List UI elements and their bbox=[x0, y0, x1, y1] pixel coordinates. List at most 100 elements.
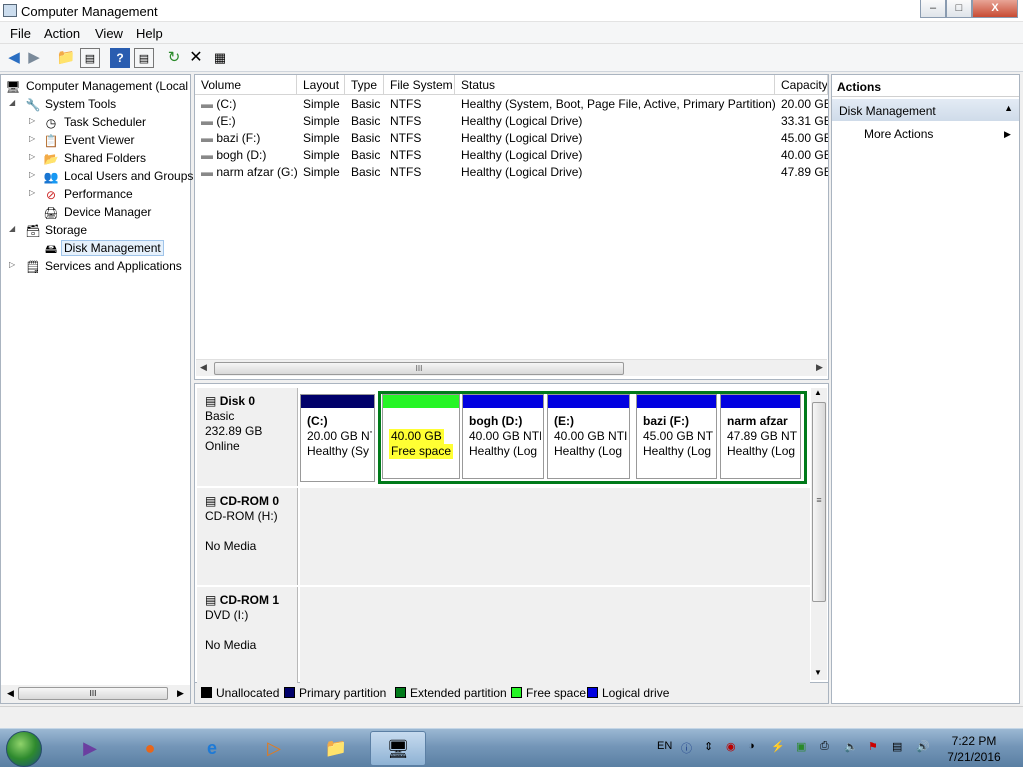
media-player-icon[interactable]: ▷ bbox=[246, 731, 302, 766]
scroll-up-arrow-icon[interactable]: ▲ bbox=[814, 388, 822, 397]
partition-status: Healthy (Log bbox=[554, 444, 623, 458]
window-title: Computer Management bbox=[21, 4, 158, 19]
volume-icon[interactable]: 🔈 bbox=[844, 740, 858, 753]
menu-help[interactable]: Help bbox=[136, 26, 163, 41]
back-arrow-icon[interactable]: ◀ bbox=[4, 48, 24, 68]
tray-arrows-icon[interactable]: ⇕ bbox=[704, 740, 713, 753]
table-row[interactable]: ▬ (E:) Simple Basic NTFS Healthy (Logical Dr… bbox=[195, 113, 828, 130]
more-actions-item[interactable]: More Actions bbox=[864, 127, 933, 141]
close-button[interactable]: X bbox=[972, 0, 1018, 18]
dvd-media: No Media bbox=[205, 638, 257, 652]
delete-icon[interactable]: ✕ bbox=[186, 48, 206, 68]
partition-name: bogh (D:) bbox=[469, 414, 523, 428]
partition-size: 40.00 GB bbox=[389, 429, 444, 444]
cd-rom-0-label[interactable]: ▤ CD-ROM 0 CD-ROM (H:) No Media bbox=[197, 488, 298, 585]
disk-graphical-view: ▤ Disk 0 Basic 232.89 GB Online (C:) 20.0… bbox=[194, 383, 829, 684]
expand-arrow-icon[interactable]: ▷ bbox=[29, 116, 35, 125]
table-row[interactable]: ▬ (C:) Simple Basic NTFS Healthy (System, Bo… bbox=[195, 96, 828, 113]
menu-file[interactable]: File bbox=[10, 26, 31, 41]
drive-icon: ▬ bbox=[201, 114, 217, 128]
scroll-thumb[interactable]: III bbox=[214, 362, 624, 375]
cell-status: Healthy (Logical Drive) bbox=[461, 131, 583, 145]
volume-name: bazi (F:) bbox=[216, 131, 261, 145]
printer-icon[interactable]: ⎙ bbox=[820, 740, 829, 753]
cell-volume: ▬ bogh (D:) bbox=[195, 147, 297, 164]
collapse-arrow-icon[interactable]: ▲ bbox=[1004, 103, 1013, 113]
partition-status: Healthy (Log bbox=[469, 444, 538, 458]
scroll-left-arrow-icon[interactable]: ◀ bbox=[200, 362, 207, 373]
computer-icon: 🖥 bbox=[5, 80, 21, 94]
column-header-file-system[interactable]: File System bbox=[384, 75, 455, 95]
collapse-arrow-icon[interactable]: ◢ bbox=[9, 224, 15, 233]
title-bar[interactable]: Computer Management – □ X bbox=[0, 0, 1023, 22]
cell-fs: NTFS bbox=[390, 131, 422, 145]
partition-block[interactable]: bazi (F:) 45.00 GB NTI Healthy (Log bbox=[636, 394, 717, 479]
scroll-thumb[interactable]: ≡ bbox=[812, 402, 826, 602]
minimize-button[interactable]: – bbox=[920, 0, 946, 18]
tray-app-icon[interactable]: ▣ bbox=[796, 740, 806, 753]
scroll-down-arrow-icon[interactable]: ▼ bbox=[814, 668, 822, 677]
help-icon[interactable]: ? bbox=[110, 48, 130, 68]
partition-block[interactable]: narm afzar 47.89 GB NTI Healthy (Log bbox=[720, 394, 801, 479]
partition-block[interactable]: bogh (D:) 40.00 GB NTI Healthy (Log bbox=[462, 394, 544, 479]
language-indicator[interactable]: EN bbox=[657, 740, 672, 752]
legend-primary-partition: Primary partition bbox=[284, 686, 386, 700]
clock[interactable]: 7:22 PM 7/21/2016 bbox=[946, 733, 1002, 765]
scroll-left-arrow-icon[interactable]: ◀ bbox=[7, 688, 14, 699]
column-header-capacity[interactable]: Capacity bbox=[775, 75, 828, 95]
scroll-right-arrow-icon[interactable]: ▶ bbox=[177, 688, 184, 699]
table-row[interactable]: ▬ bazi (F:) Simple Basic NTFS Healthy (Logic… bbox=[195, 130, 828, 147]
expand-arrow-icon[interactable]: ▷ bbox=[29, 170, 35, 179]
scroll-right-arrow-icon[interactable]: ▶ bbox=[816, 362, 823, 373]
cell-volume: ▬ bazi (F:) bbox=[195, 130, 297, 147]
cd-rom-1-label[interactable]: ▤ CD-ROM 1 DVD (I:) No Media bbox=[197, 587, 298, 684]
network-icon[interactable]: ▤ bbox=[892, 740, 902, 753]
help-tray-icon[interactable]: ⓘ bbox=[681, 740, 692, 756]
update-icon[interactable]: ⚡ bbox=[771, 740, 785, 753]
free-space-block[interactable]: 40.00 GB Free space bbox=[382, 394, 460, 479]
scroll-thumb[interactable]: III bbox=[18, 687, 168, 700]
show-hide-action-pane-icon[interactable]: ▤ bbox=[134, 48, 154, 68]
computer-management-taskbar-icon[interactable]: 🖥 bbox=[370, 731, 426, 766]
tree-horizontal-scrollbar[interactable]: ◀ III ▶ bbox=[1, 685, 190, 703]
refresh-icon[interactable]: ↻ bbox=[164, 48, 184, 68]
forward-arrow-icon[interactable]: ▶ bbox=[24, 48, 44, 68]
up-folder-icon[interactable]: 📁 bbox=[56, 48, 76, 68]
partition-block[interactable]: (C:) 20.00 GB NT Healthy (Sy bbox=[300, 394, 375, 482]
menu-view[interactable]: View bbox=[95, 26, 123, 41]
expand-arrow-icon[interactable]: ▷ bbox=[29, 188, 35, 197]
expand-arrow-icon[interactable]: ▷ bbox=[9, 260, 15, 269]
speaker-icon[interactable]: 🔊 bbox=[916, 740, 930, 753]
column-header-volume[interactable]: Volume bbox=[195, 75, 297, 95]
table-row[interactable]: ▬ bogh (D:) Simple Basic NTFS Healthy (Logic… bbox=[195, 147, 828, 164]
partition-legend: Unallocated Primary partition Extended p… bbox=[194, 683, 829, 704]
expand-arrow-icon[interactable]: ▷ bbox=[29, 134, 35, 143]
network-globe-icon[interactable]: ◑ bbox=[748, 740, 755, 752]
properties-icon[interactable]: ▦ bbox=[210, 48, 230, 68]
cell-capacity: 47.89 GB bbox=[781, 165, 828, 179]
partition-block[interactable]: (E:) 40.00 GB NTI Healthy (Log bbox=[547, 394, 630, 479]
dvd-icon: ▤ bbox=[205, 593, 217, 607]
show-hide-tree-icon[interactable]: ▤ bbox=[80, 48, 100, 68]
action-center-icon[interactable]: ⚑ bbox=[868, 740, 878, 753]
collapse-arrow-icon[interactable]: ◢ bbox=[9, 98, 15, 107]
firefox-icon[interactable]: ● bbox=[122, 731, 178, 766]
cell-volume: ▬ (C:) bbox=[195, 96, 297, 113]
visual-studio-icon[interactable]: ▶ bbox=[62, 731, 118, 766]
start-button[interactable] bbox=[6, 731, 42, 767]
maximize-button[interactable]: □ bbox=[946, 0, 972, 18]
file-explorer-icon[interactable]: 📁 bbox=[308, 731, 364, 766]
cell-fs: NTFS bbox=[390, 97, 422, 111]
expand-arrow-icon[interactable]: ▷ bbox=[29, 152, 35, 161]
column-header-status[interactable]: Status bbox=[455, 75, 775, 95]
actions-section-disk-management[interactable]: Disk Management ▲ bbox=[832, 99, 1019, 121]
column-header-layout[interactable]: Layout bbox=[297, 75, 345, 95]
menu-action[interactable]: Action bbox=[44, 26, 80, 41]
volume-list-horizontal-scrollbar[interactable]: ◀ III ▶ bbox=[196, 359, 827, 376]
column-header-type[interactable]: Type bbox=[345, 75, 384, 95]
disk-0-label[interactable]: ▤ Disk 0 Basic 232.89 GB Online bbox=[197, 388, 298, 486]
internet-explorer-icon[interactable]: e bbox=[184, 731, 240, 766]
antivirus-icon[interactable]: ◉ bbox=[726, 740, 736, 753]
table-row[interactable]: ▬ narm afzar (G:) Simple Basic NTFS Healthy … bbox=[195, 164, 828, 181]
disk-view-vertical-scrollbar[interactable]: ▲ ≡ ▼ bbox=[811, 388, 827, 680]
